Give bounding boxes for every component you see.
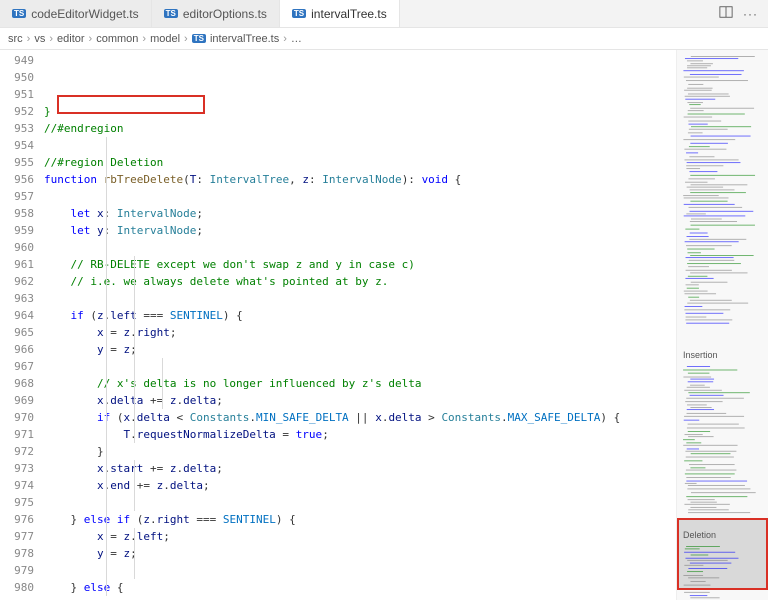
- crumb[interactable]: editor: [57, 33, 85, 45]
- line-number[interactable]: 966: [0, 341, 34, 358]
- code-line[interactable]: // x's delta is no longer influenced by …: [44, 375, 676, 392]
- line-number[interactable]: 956: [0, 171, 34, 188]
- line-number[interactable]: 958: [0, 205, 34, 222]
- split-editor-icon[interactable]: [719, 5, 733, 22]
- line-number[interactable]: 972: [0, 443, 34, 460]
- line-number[interactable]: 968: [0, 375, 34, 392]
- line-number[interactable]: 971: [0, 426, 34, 443]
- code-line[interactable]: [44, 188, 676, 205]
- line-number[interactable]: 952: [0, 103, 34, 120]
- code-line[interactable]: if (z.left === SENTINEL) {: [44, 307, 676, 324]
- line-number[interactable]: 976: [0, 511, 34, 528]
- code-line[interactable]: x.delta += z.delta;: [44, 392, 676, 409]
- code-line[interactable]: //#region Deletion: [44, 154, 676, 171]
- code-line[interactable]: y = z;: [44, 545, 676, 562]
- line-number[interactable]: 963: [0, 290, 34, 307]
- editor-actions: ···: [709, 0, 768, 27]
- crumb-file[interactable]: intervalTree.ts: [210, 33, 279, 45]
- line-number[interactable]: 950: [0, 69, 34, 86]
- line-number[interactable]: 970: [0, 409, 34, 426]
- crumb-trailing[interactable]: …: [291, 33, 302, 45]
- code-line[interactable]: [44, 494, 676, 511]
- ts-icon: TS: [12, 9, 26, 18]
- code-line[interactable]: x = z.right;: [44, 324, 676, 341]
- code-line[interactable]: x.end += z.delta;: [44, 477, 676, 494]
- line-number[interactable]: 953: [0, 120, 34, 137]
- line-number[interactable]: 965: [0, 324, 34, 341]
- minimap-region-deletion: Deletion: [683, 530, 716, 540]
- ts-icon: TS: [292, 9, 306, 18]
- line-number[interactable]: 977: [0, 528, 34, 545]
- line-number[interactable]: 957: [0, 188, 34, 205]
- ts-icon: TS: [192, 34, 206, 43]
- code-line[interactable]: y = leftest(z.right);: [44, 596, 676, 600]
- line-number[interactable]: 975: [0, 494, 34, 511]
- code-line[interactable]: [44, 239, 676, 256]
- code-line[interactable]: x = z.left;: [44, 528, 676, 545]
- minimap-lines: [681, 54, 761, 324]
- editor: 9499509519529539549559569579589599609619…: [0, 50, 768, 600]
- breadcrumb[interactable]: src › vs › editor › common › model › TS …: [0, 28, 768, 50]
- line-number[interactable]: 967: [0, 358, 34, 375]
- code-line[interactable]: x.start += z.delta;: [44, 460, 676, 477]
- chevron-right-icon: ›: [283, 33, 287, 45]
- line-number[interactable]: 974: [0, 477, 34, 494]
- code-line[interactable]: T.requestNormalizeDelta = true;: [44, 426, 676, 443]
- line-number[interactable]: 979: [0, 562, 34, 579]
- code-line[interactable]: //#endregion: [44, 120, 676, 137]
- chevron-right-icon: ›: [49, 33, 53, 45]
- chevron-right-icon: ›: [184, 33, 188, 45]
- code-line[interactable]: // RB-DELETE except we don't swap z and …: [44, 256, 676, 273]
- crumb[interactable]: vs: [34, 33, 45, 45]
- line-number[interactable]: 964: [0, 307, 34, 324]
- chevron-right-icon: ›: [142, 33, 146, 45]
- code-line[interactable]: }: [44, 443, 676, 460]
- line-number[interactable]: 951: [0, 86, 34, 103]
- line-number[interactable]: 959: [0, 222, 34, 239]
- minimap-lines: [681, 364, 761, 514]
- line-number[interactable]: 969: [0, 392, 34, 409]
- code-line[interactable]: let y: IntervalNode;: [44, 222, 676, 239]
- line-number[interactable]: 961: [0, 256, 34, 273]
- line-number[interactable]: 978: [0, 545, 34, 562]
- code-line[interactable]: [44, 290, 676, 307]
- minimap[interactable]: Insertion Deletion: [676, 50, 768, 600]
- code-line[interactable]: y = z;: [44, 341, 676, 358]
- tab-editoroptions[interactable]: TS editorOptions.ts: [152, 0, 280, 27]
- crumb[interactable]: common: [96, 33, 138, 45]
- line-number[interactable]: 949: [0, 52, 34, 69]
- code-line[interactable]: [44, 358, 676, 375]
- line-number[interactable]: 962: [0, 273, 34, 290]
- code-line[interactable]: [44, 137, 676, 154]
- code-line[interactable]: let x: IntervalNode;: [44, 205, 676, 222]
- code-line[interactable]: function rbTreeDelete(T: IntervalTree, z…: [44, 171, 676, 188]
- ts-icon: TS: [164, 9, 178, 18]
- line-number[interactable]: 973: [0, 460, 34, 477]
- chevron-right-icon: ›: [27, 33, 31, 45]
- minimap-lines: [681, 544, 761, 600]
- line-number[interactable]: 980: [0, 579, 34, 596]
- minimap-region-insertion: Insertion: [683, 350, 718, 360]
- line-number[interactable]: 954: [0, 137, 34, 154]
- tab-codeeditorwidget[interactable]: TS codeEditorWidget.ts: [0, 0, 152, 27]
- code-content[interactable]: }//#endregion//#region Deletionfunction …: [44, 50, 676, 600]
- code-line[interactable]: } else {: [44, 579, 676, 596]
- chevron-right-icon: ›: [89, 33, 93, 45]
- crumb[interactable]: model: [150, 33, 180, 45]
- code-line[interactable]: }: [44, 103, 676, 120]
- code-line[interactable]: } else if (z.right === SENTINEL) {: [44, 511, 676, 528]
- tab-label: codeEditorWidget.ts: [31, 7, 138, 21]
- line-number-gutter[interactable]: 9499509519529539549559569579589599609619…: [0, 50, 44, 600]
- line-number[interactable]: 955: [0, 154, 34, 171]
- more-actions-icon[interactable]: ···: [743, 7, 758, 21]
- code-line[interactable]: [44, 562, 676, 579]
- code-line[interactable]: // i.e. we always delete what's pointed …: [44, 273, 676, 290]
- crumb[interactable]: src: [8, 33, 23, 45]
- code-line[interactable]: if (x.delta < Constants.MIN_SAFE_DELTA |…: [44, 409, 676, 426]
- tab-label: editorOptions.ts: [183, 7, 267, 21]
- tab-label: intervalTree.ts: [311, 7, 387, 21]
- line-number[interactable]: 960: [0, 239, 34, 256]
- tab-bar: TS codeEditorWidget.ts TS editorOptions.…: [0, 0, 768, 28]
- tab-intervaltree[interactable]: TS intervalTree.ts: [280, 0, 400, 27]
